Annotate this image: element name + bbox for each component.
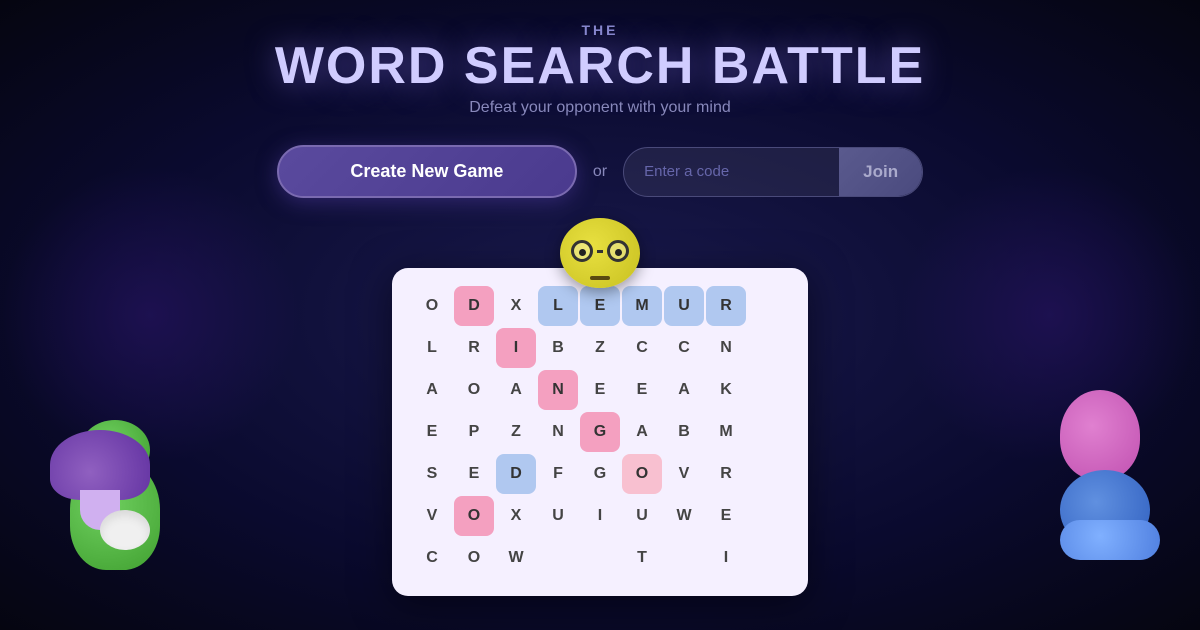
grid-cell-25[interactable]: K xyxy=(706,370,746,410)
grid-cell-44[interactable] xyxy=(748,454,788,494)
grid-cell-7[interactable]: R xyxy=(706,286,746,326)
monster-face xyxy=(560,218,640,288)
grid-cell-36[interactable]: S xyxy=(412,454,452,494)
grid-cell-33[interactable]: B xyxy=(664,412,704,452)
word-search-grid: ODXLEMURLRIBZCCNAOANEEAKEPZNGABMSEDFGOVR… xyxy=(412,286,788,578)
controls-bar: Create New Game or Join xyxy=(277,145,923,198)
grid-cell-0[interactable]: O xyxy=(412,286,452,326)
grid-cell-2[interactable]: X xyxy=(496,286,536,326)
grid-cell-22[interactable]: E xyxy=(580,370,620,410)
glass-right xyxy=(607,240,629,262)
grid-cell-46[interactable]: O xyxy=(454,496,494,536)
grid-cell-24[interactable]: A xyxy=(664,370,704,410)
code-input[interactable] xyxy=(624,149,839,194)
grid-cell-16[interactable]: N xyxy=(706,328,746,368)
grid-cell-42[interactable]: V xyxy=(664,454,704,494)
grid-cell-47[interactable]: X xyxy=(496,496,536,536)
grid-cell-13[interactable]: Z xyxy=(580,328,620,368)
grid-cell-54[interactable]: C xyxy=(412,538,452,578)
join-group: Join xyxy=(623,147,923,197)
grid-cell-31[interactable]: G xyxy=(580,412,620,452)
grid-cell-28[interactable]: P xyxy=(454,412,494,452)
grid-cell-59[interactable]: T xyxy=(622,538,662,578)
grid-cell-56[interactable]: W xyxy=(496,538,536,578)
header-title: WORD SEARCH BATTLE xyxy=(275,38,925,95)
grid-cell-45[interactable]: V xyxy=(412,496,452,536)
header-subtitle: Defeat your opponent with your mind xyxy=(275,99,925,117)
header: THE WORD SEARCH BATTLE Defeat your oppon… xyxy=(275,22,925,117)
grid-cell-61[interactable]: I xyxy=(706,538,746,578)
glass-left xyxy=(571,240,593,262)
grid-cell-38[interactable]: D xyxy=(496,454,536,494)
glasses-bridge xyxy=(597,250,603,253)
grid-cell-62[interactable] xyxy=(748,538,788,578)
grid-cell-41[interactable]: O xyxy=(622,454,662,494)
grid-cell-5[interactable]: M xyxy=(622,286,662,326)
grid-cell-1[interactable]: D xyxy=(454,286,494,326)
grid-cell-35[interactable] xyxy=(748,412,788,452)
grid-cell-57[interactable] xyxy=(538,538,578,578)
grid-cell-20[interactable]: A xyxy=(496,370,536,410)
grid-container: ODXLEMURLRIBZCCNAOANEEAKEPZNGABMSEDFGOVR… xyxy=(392,268,808,596)
grid-cell-23[interactable]: E xyxy=(622,370,662,410)
grid-cell-12[interactable]: B xyxy=(538,328,578,368)
grid-cell-51[interactable]: W xyxy=(664,496,704,536)
grid-cell-21[interactable]: N xyxy=(538,370,578,410)
grid-cell-19[interactable]: O xyxy=(454,370,494,410)
grid-cell-58[interactable] xyxy=(580,538,620,578)
grid-cell-3[interactable]: L xyxy=(538,286,578,326)
create-new-game-button[interactable]: Create New Game xyxy=(277,145,577,198)
grid-cell-8[interactable] xyxy=(748,286,788,326)
grid-cell-11[interactable]: I xyxy=(496,328,536,368)
grid-cell-26[interactable] xyxy=(748,370,788,410)
grid-cell-60[interactable] xyxy=(664,538,704,578)
join-button[interactable]: Join xyxy=(839,148,922,196)
grid-cell-27[interactable]: E xyxy=(412,412,452,452)
snail-body xyxy=(1060,520,1160,560)
grid-cell-40[interactable]: G xyxy=(580,454,620,494)
grid-cell-39[interactable]: F xyxy=(538,454,578,494)
grid-cell-43[interactable]: R xyxy=(706,454,746,494)
game-area: ODXLEMURLRIBZCCNAOANEEAKEPZNGABMSEDFGOVR… xyxy=(360,218,840,596)
grid-cell-49[interactable]: I xyxy=(580,496,620,536)
grid-cell-34[interactable]: M xyxy=(706,412,746,452)
grid-cell-4[interactable]: E xyxy=(580,286,620,326)
pink-blob xyxy=(1060,390,1140,480)
left-monsters xyxy=(50,370,210,570)
or-separator: or xyxy=(593,163,607,181)
glasses xyxy=(571,240,629,262)
grid-cell-10[interactable]: R xyxy=(454,328,494,368)
grid-cell-52[interactable]: E xyxy=(706,496,746,536)
header-the-label: THE xyxy=(275,22,925,38)
grid-cell-29[interactable]: Z xyxy=(496,412,536,452)
grid-cell-14[interactable]: C xyxy=(622,328,662,368)
grid-cell-48[interactable]: U xyxy=(538,496,578,536)
grid-cell-55[interactable]: O xyxy=(454,538,494,578)
grid-cell-50[interactable]: U xyxy=(622,496,662,536)
grid-cell-30[interactable]: N xyxy=(538,412,578,452)
grid-cell-9[interactable]: L xyxy=(412,328,452,368)
white-blob xyxy=(100,510,150,550)
grid-cell-53[interactable] xyxy=(748,496,788,536)
grid-cell-32[interactable]: A xyxy=(622,412,662,452)
grid-cell-18[interactable]: A xyxy=(412,370,452,410)
grid-cell-17[interactable] xyxy=(748,328,788,368)
right-monsters xyxy=(990,370,1150,570)
grid-cell-15[interactable]: C xyxy=(664,328,704,368)
grid-cell-6[interactable]: U xyxy=(664,286,704,326)
grid-cell-37[interactable]: E xyxy=(454,454,494,494)
